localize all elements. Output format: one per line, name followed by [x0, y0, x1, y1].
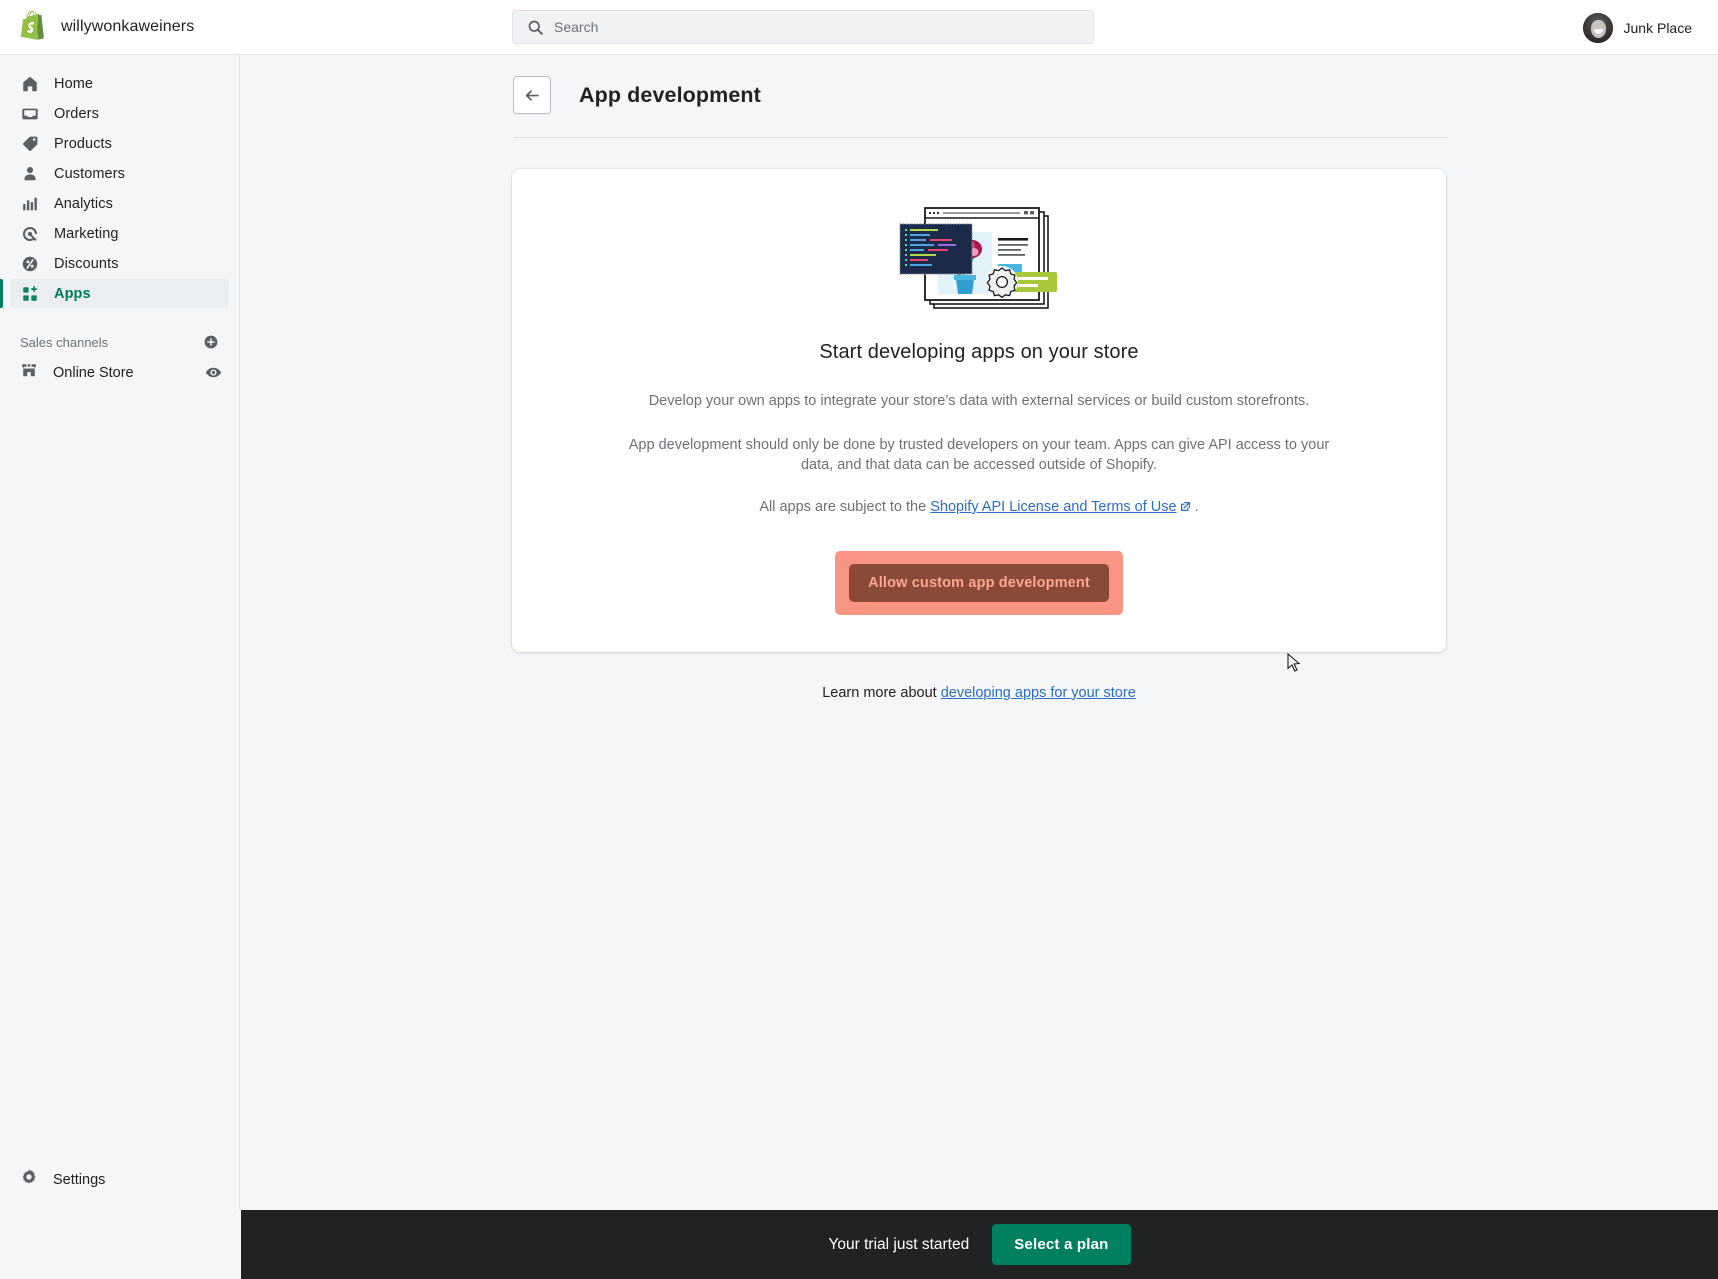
allow-custom-app-development-button[interactable]: Allow custom app development [849, 564, 1109, 602]
sidebar-item-online-store[interactable]: Online Store [10, 358, 229, 387]
plus-circle-icon[interactable] [201, 332, 221, 352]
sidebar-item-label: Settings [53, 1171, 106, 1188]
user-name: Junk Place [1623, 20, 1692, 36]
top-bar: willywonkaweiners Junk Place [0, 0, 1718, 55]
sidebar-item-orders[interactable]: Orders [10, 99, 229, 128]
sidebar-item-label: Online Store [53, 364, 134, 381]
sidebar-item-settings[interactable]: Settings [10, 1165, 228, 1194]
main-content: App development Start developing apps on… [241, 55, 1718, 1210]
search-input[interactable] [554, 12, 1054, 42]
trial-bar-left-pad [0, 1210, 241, 1279]
developing-apps-link[interactable]: developing apps for your store [941, 685, 1136, 701]
page-header: App development [241, 55, 1718, 114]
card-heading: Start developing apps on your store [819, 341, 1139, 363]
shopify-api-terms-link[interactable]: Shopify API License and Terms of Use [930, 499, 1176, 515]
eye-icon[interactable] [203, 363, 223, 383]
card-paragraph-2: App development should only be done by t… [628, 437, 1330, 473]
sidebar-item-marketing[interactable]: Marketing [10, 219, 229, 248]
arrow-left-icon [525, 89, 539, 101]
sidebar: Home Orders Products Customers Analytics… [0, 55, 240, 1210]
apps-grid-plus-icon [20, 284, 39, 303]
trial-bar: Your trial just started Select a plan [241, 1210, 1718, 1279]
search-icon [528, 20, 543, 35]
sidebar-item-label: Apps [54, 285, 91, 302]
sidebar-item-discounts[interactable]: Discounts [10, 249, 229, 278]
sidebar-item-label: Discounts [54, 255, 119, 272]
select-a-plan-button[interactable]: Select a plan [992, 1224, 1131, 1265]
user-menu[interactable]: Junk Place [1575, 8, 1700, 48]
sales-channels-header: Sales channels [20, 332, 221, 352]
terms-suffix: . [1190, 499, 1199, 515]
sidebar-nav: Home Orders Products Customers Analytics… [0, 55, 239, 308]
sidebar-item-home[interactable]: Home [10, 69, 229, 98]
sales-channels-title: Sales channels [20, 334, 109, 350]
sidebar-item-label: Home [54, 75, 94, 92]
mouse-pointer-icon [1287, 653, 1301, 672]
search-box[interactable] [512, 10, 1094, 44]
page-title: App development [579, 82, 761, 107]
sidebar-item-label: Orders [54, 105, 99, 122]
search-container[interactable] [512, 10, 1094, 44]
store-name: willywonkaweiners [61, 18, 195, 35]
sidebar-item-label: Customers [54, 165, 125, 182]
app-development-illustration [898, 207, 1057, 309]
sidebar-item-label: Products [54, 135, 113, 152]
header-divider [513, 137, 1448, 138]
external-link-icon [1180, 498, 1191, 518]
sidebar-item-label: Analytics [54, 195, 113, 212]
marketing-target-icon [20, 224, 39, 243]
sidebar-item-label: Marketing [54, 225, 119, 242]
sidebar-item-apps[interactable]: Apps [0, 279, 229, 308]
sidebar-item-products[interactable]: Products [10, 129, 229, 158]
trial-message: Your trial just started [828, 1235, 970, 1253]
brand-block[interactable]: willywonkaweiners [0, 10, 240, 44]
terms-line: All apps are subject to the Shopify API … [619, 497, 1339, 518]
app-development-card: Start developing apps on your store Deve… [512, 169, 1446, 652]
customer-person-icon [20, 164, 39, 183]
card-paragraph-1: Develop your own apps to integrate your … [648, 393, 1310, 409]
avatar [1582, 13, 1613, 43]
sidebar-item-customers[interactable]: Customers [10, 159, 229, 188]
discount-percent-icon [20, 254, 39, 273]
gear-icon [20, 1168, 38, 1191]
terms-prefix: All apps are subject to the [759, 499, 931, 515]
back-button[interactable] [513, 76, 551, 114]
learn-more-line: Learn more about developing apps for you… [512, 685, 1446, 701]
storefront-icon [20, 361, 38, 384]
learn-more-prefix: Learn more about [822, 685, 941, 701]
product-tag-icon [20, 134, 39, 153]
orders-inbox-icon [20, 104, 39, 123]
primary-button-highlight: Allow custom app development [835, 551, 1123, 615]
home-icon [20, 74, 39, 93]
shopify-bag-icon [20, 10, 44, 40]
sidebar-item-analytics[interactable]: Analytics [10, 189, 229, 218]
analytics-bars-icon [20, 194, 39, 213]
